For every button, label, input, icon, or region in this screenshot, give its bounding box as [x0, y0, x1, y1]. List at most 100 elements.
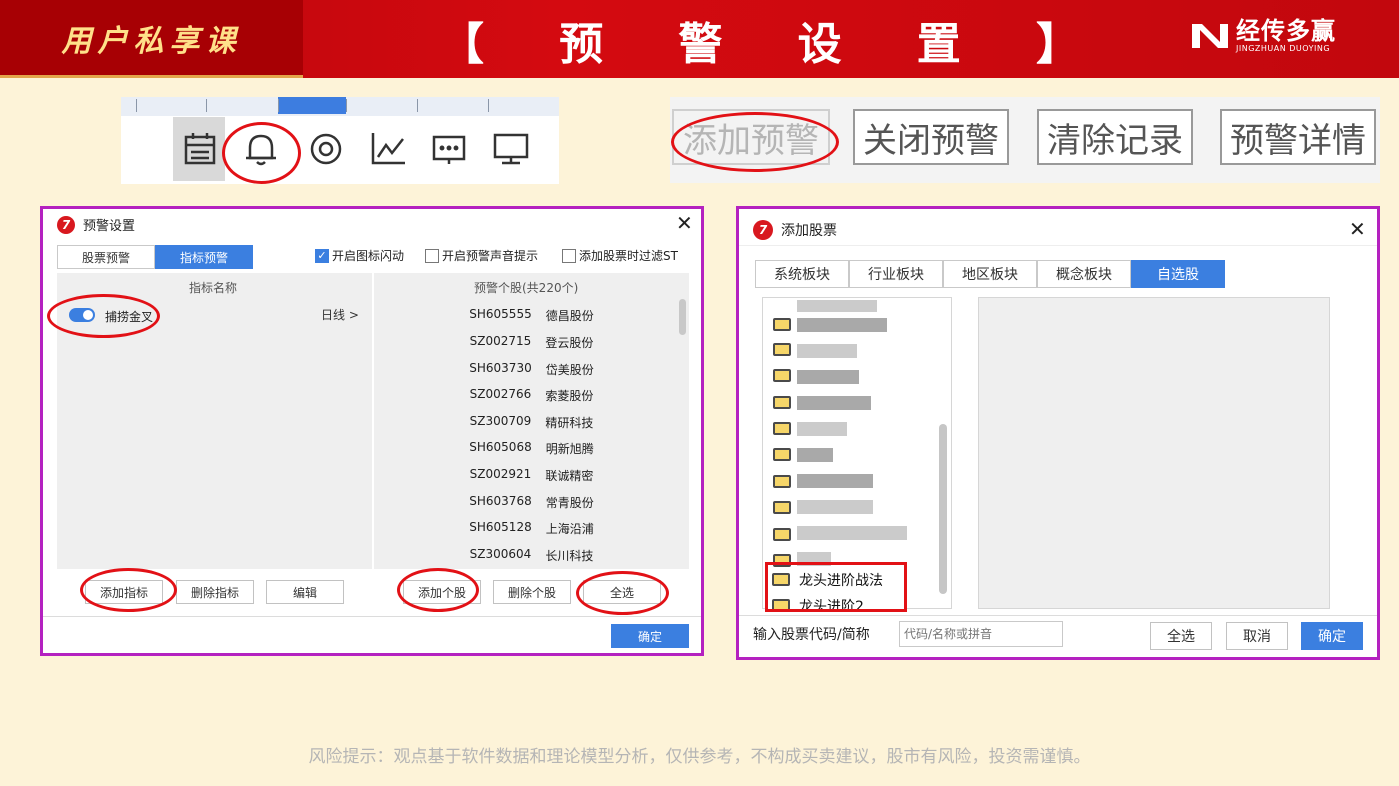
- bell-icon[interactable]: [241, 129, 281, 169]
- dialog-titlebar: 7 预警设置: [57, 215, 701, 234]
- delete-indicator-button[interactable]: 删除指标: [176, 580, 254, 604]
- blurred-item: [797, 300, 877, 312]
- toolbar-active-tab[interactable]: [278, 97, 346, 114]
- folder-icon[interactable]: [773, 396, 791, 409]
- title-char: 置: [916, 19, 961, 70]
- stock-list-scrollbar[interactable]: [679, 299, 686, 335]
- select-all-button[interactable]: 全选: [1150, 622, 1212, 650]
- tab-system-sector[interactable]: 系统板块: [755, 260, 849, 288]
- blurred-item: [797, 422, 847, 436]
- blurred-item: [797, 344, 857, 358]
- blurred-item: [797, 500, 873, 514]
- edit-button[interactable]: 编辑: [266, 580, 344, 604]
- tab-indicator-warning[interactable]: 指标预警: [155, 245, 253, 269]
- blurred-item: [797, 474, 873, 488]
- checkbox-icon[interactable]: [562, 248, 576, 263]
- option-filter-st[interactable]: 添加股票时过滤ST: [562, 247, 678, 264]
- title-bracket-left: 【: [440, 19, 484, 70]
- folder-icon[interactable]: [773, 369, 791, 382]
- indicator-list-panel: 指标名称 捕捞金叉 日线 >: [57, 273, 372, 569]
- title-char: 预: [559, 19, 604, 70]
- select-all-button[interactable]: 全选: [583, 580, 661, 604]
- toolbar-crop: [121, 97, 559, 184]
- risk-disclaimer: 风险提示：观点基于软件数据和理论模型分析，仅供参考，不构成买卖建议，股市有风险，…: [308, 747, 1091, 767]
- folder-icon[interactable]: [773, 448, 791, 461]
- brand-mark-icon: [1190, 22, 1230, 50]
- close-icon[interactable]: ✕: [1349, 217, 1366, 241]
- calendar-icon[interactable]: [181, 129, 221, 169]
- checkbox-checked-icon[interactable]: ✓: [315, 248, 329, 263]
- tab-region-sector[interactable]: 地区板块: [943, 260, 1037, 288]
- title-char: 设: [797, 19, 842, 70]
- add-stock-dialog: 7 添加股票 ✕ 系统板块 行业板块 地区板块 概念板块 自选股 龙头进阶战法: [736, 206, 1380, 660]
- folder-icon[interactable]: [773, 318, 791, 331]
- dialog-titlebar: 7 添加股票: [753, 220, 1377, 240]
- stock-row[interactable]: SH605068 明新旭腾: [374, 440, 689, 457]
- folder-tree-scrollbar[interactable]: [939, 424, 947, 594]
- stock-search-input[interactable]: [899, 621, 1063, 647]
- brand-subtitle: JINGZHUAN DUOYING: [1236, 44, 1331, 53]
- add-stock-button[interactable]: 添加个股: [403, 580, 481, 604]
- stock-row[interactable]: SZ300709 精研科技: [374, 414, 689, 431]
- stock-preview-panel: [978, 297, 1330, 609]
- add-warning-button[interactable]: 添加预警: [672, 109, 830, 165]
- title-char: 警: [678, 19, 723, 70]
- highlight-box: [765, 562, 907, 612]
- indicator-toggle[interactable]: [69, 308, 95, 322]
- option-icon-flash[interactable]: ✓ 开启图标闪动: [315, 247, 404, 264]
- stock-row[interactable]: SZ002766 索菱股份: [374, 387, 689, 404]
- blurred-item: [797, 396, 871, 410]
- brand-name: 经传多赢: [1236, 17, 1336, 45]
- warning-stock-panel: 预警个股(共220个) SH605555 德昌股份 SZ002715 登云股份 SH…: [374, 273, 689, 569]
- folder-icon[interactable]: [773, 501, 791, 514]
- indicator-name[interactable]: 捕捞金叉: [105, 308, 153, 325]
- clear-records-button[interactable]: 清除记录: [1037, 109, 1193, 165]
- close-icon[interactable]: ✕: [676, 211, 693, 235]
- blurred-item: [797, 526, 907, 540]
- indicator-column-header: 指标名称: [189, 281, 238, 295]
- delete-stock-button[interactable]: 删除个股: [493, 580, 571, 604]
- target-icon[interactable]: [306, 129, 346, 169]
- dialog-title: 添加股票: [781, 223, 837, 239]
- warning-actions-bar: 添加预警 关闭预警 清除记录 预警详情: [670, 97, 1380, 183]
- app-logo-icon: 7: [57, 215, 75, 234]
- indicator-period[interactable]: 日线 >: [321, 306, 359, 323]
- blurred-item: [797, 318, 887, 332]
- add-indicator-button[interactable]: 添加指标: [85, 580, 163, 604]
- checkbox-icon[interactable]: [425, 248, 439, 263]
- header-banner: 用户私享课 【 预 警 设 置 】 经传多赢 JINGZHUAN DUOYING: [0, 0, 1399, 78]
- tab-watchlist[interactable]: 自选股: [1131, 260, 1225, 288]
- brand-logo: 经传多赢 JINGZHUAN DUOYING: [1190, 14, 1336, 58]
- course-badge: 用户私享课: [0, 0, 303, 78]
- page-title: 【 预 警 设 置 】: [440, 10, 1080, 70]
- stock-row[interactable]: SH603768 常青股份: [374, 494, 689, 511]
- folder-icon[interactable]: [773, 343, 791, 356]
- message-icon[interactable]: [429, 129, 469, 169]
- stock-row[interactable]: SZ002921 联诚精密: [374, 467, 689, 484]
- stock-row[interactable]: SH605128 上海沿浦: [374, 520, 689, 537]
- stock-row[interactable]: SH603730 岱美股份: [374, 361, 689, 378]
- confirm-button[interactable]: 确定: [1301, 622, 1363, 650]
- stock-row[interactable]: SZ002715 登云股份: [374, 334, 689, 351]
- stock-input-label: 输入股票代码/简称: [753, 627, 870, 643]
- monitor-icon[interactable]: [491, 129, 531, 169]
- tab-stock-warning[interactable]: 股票预警: [57, 245, 155, 269]
- app-logo-icon: 7: [753, 220, 773, 240]
- course-badge-label: 用户私享课: [61, 23, 242, 59]
- tab-industry-sector[interactable]: 行业板块: [849, 260, 943, 288]
- confirm-button[interactable]: 确定: [611, 624, 689, 648]
- stock-row[interactable]: SH605555 德昌股份: [374, 307, 689, 324]
- tab-concept-sector[interactable]: 概念板块: [1037, 260, 1131, 288]
- warning-details-button[interactable]: 预警详情: [1220, 109, 1376, 165]
- stock-row[interactable]: SZ300604 长川科技: [374, 547, 689, 564]
- option-sound-alert[interactable]: 开启预警声音提示: [425, 247, 538, 264]
- cancel-button[interactable]: 取消: [1226, 622, 1288, 650]
- title-bracket-right: 】: [1035, 19, 1080, 70]
- folder-icon[interactable]: [773, 422, 791, 435]
- dialog-title: 预警设置: [83, 219, 136, 234]
- line-chart-icon[interactable]: [369, 129, 409, 169]
- folder-icon[interactable]: [773, 528, 791, 541]
- blurred-item: [797, 448, 833, 462]
- close-warning-button[interactable]: 关闭预警: [853, 109, 1009, 165]
- folder-icon[interactable]: [773, 475, 791, 488]
